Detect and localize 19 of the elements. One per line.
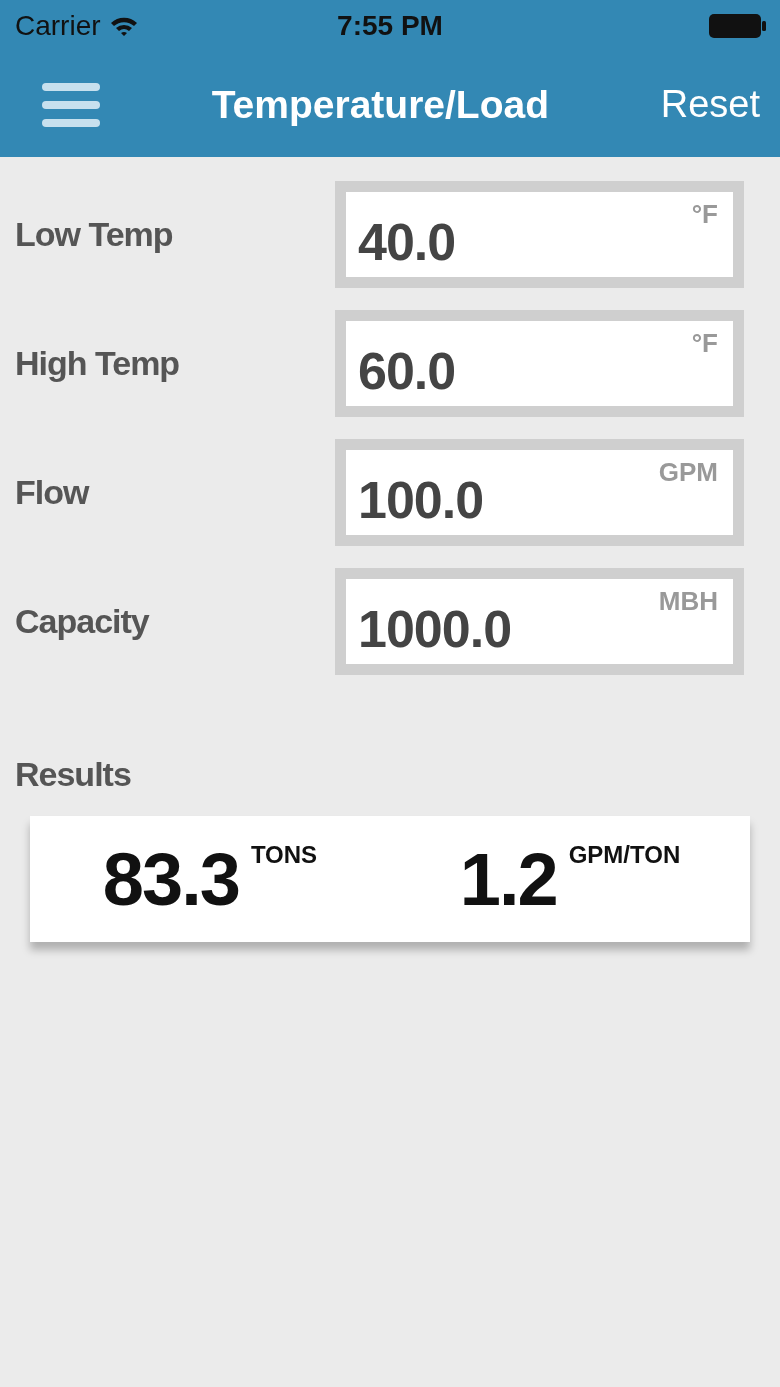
menu-icon[interactable]	[42, 82, 100, 127]
status-time: 7:55 PM	[336, 10, 444, 42]
results-heading: Results	[15, 755, 131, 794]
result-unit: TONS	[250, 840, 318, 869]
carrier-name: Carrier	[15, 10, 101, 42]
battery-icon	[708, 13, 768, 39]
result-value: 1.2	[459, 836, 557, 922]
unit-label: °F	[691, 328, 718, 359]
result-unit: GPM/TON	[568, 840, 681, 869]
unit-label: °F	[691, 199, 718, 230]
field-label: Low Temp	[15, 215, 173, 254]
field-label: Capacity	[15, 602, 149, 641]
result-value: 83.3	[102, 836, 239, 922]
field-label: High Temp	[15, 344, 180, 383]
field-label: Flow	[15, 473, 89, 512]
screen-title: Temperature/Load	[211, 82, 550, 127]
unit-label: MBH	[658, 586, 718, 617]
reset-button[interactable]: Reset	[660, 83, 760, 126]
unit-label: GPM	[658, 457, 718, 488]
